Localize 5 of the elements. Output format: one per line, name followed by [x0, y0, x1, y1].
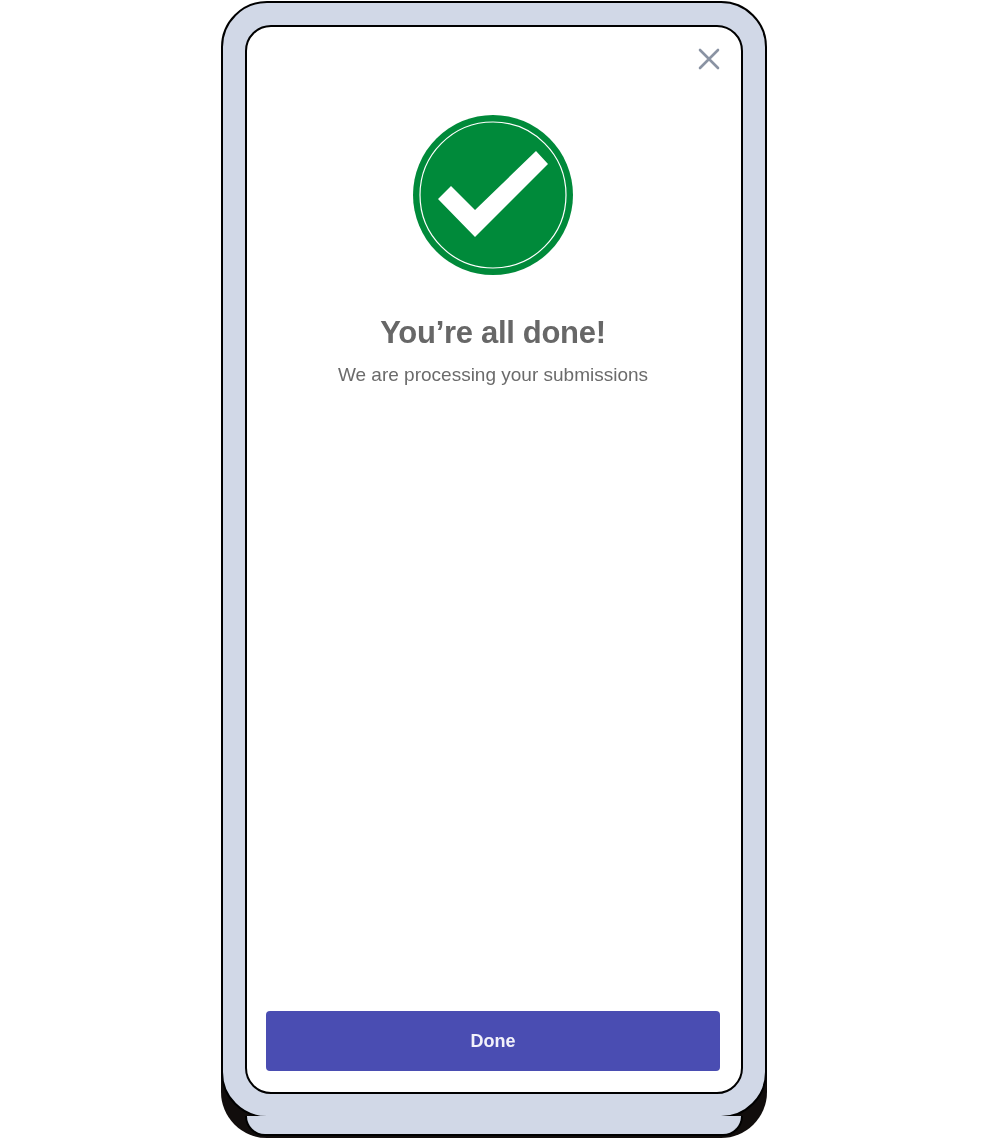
close-icon[interactable] [698, 48, 720, 70]
done-button[interactable]: Done [266, 1011, 720, 1071]
check-circle-icon [413, 115, 573, 275]
success-title: You’re all done! [380, 315, 606, 351]
status-message: We are processing your submissions [337, 364, 649, 386]
